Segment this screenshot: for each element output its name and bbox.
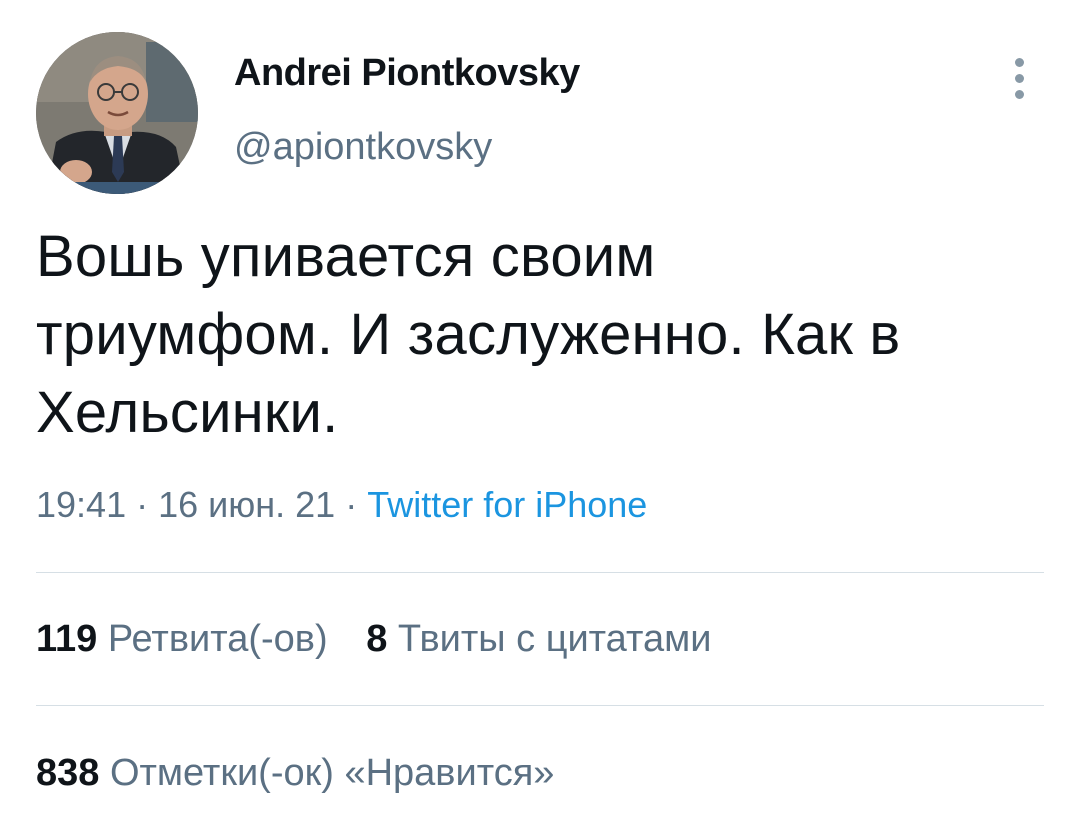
likes-stat[interactable]: 838 Отметки(-ок) «Нравится» [36, 752, 554, 795]
meta-separator: · [335, 484, 368, 525]
retweets-count: 119 [36, 618, 98, 660]
avatar[interactable] [36, 32, 198, 194]
more-options-icon[interactable] [1008, 56, 1032, 102]
divider [36, 705, 1044, 706]
quotes-count: 8 [366, 618, 388, 660]
stats-row-retweets: 119 Ретвита(-ов) 8 Твиты с цитатами [36, 618, 711, 661]
tweet-source-link[interactable]: Twitter for iPhone [367, 484, 647, 525]
tweet-text-line: триумфом. И заслуженно. Как в [36, 302, 901, 367]
user-handle[interactable]: @apiontkovsky [234, 126, 492, 169]
quotes-stat[interactable]: 8 Твиты с цитатами [366, 618, 711, 661]
tweet-meta: 19:41 · 16 июн. 21 · Twitter for iPhone [36, 484, 647, 526]
tweet-card: Andrei Piontkovsky @apiontkovsky Вошь уп… [0, 0, 1080, 818]
tweet-text-line: Хельсинки. [36, 380, 339, 445]
meta-separator: · [126, 484, 159, 525]
tweet-time[interactable]: 19:41 [36, 484, 126, 525]
likes-label: Отметки(-ок) «Нравится» [109, 752, 555, 794]
retweets-label: Ретвита(-ов) [107, 618, 328, 660]
stats-row-likes: 838 Отметки(-ок) «Нравится» [36, 752, 554, 795]
profile-photo-icon [36, 32, 198, 194]
tweet-text-line: Вошь упивается своим [36, 224, 656, 289]
display-name[interactable]: Andrei Piontkovsky [234, 52, 580, 95]
quotes-label: Твиты с цитатами [397, 618, 712, 660]
tweet-date[interactable]: 16 июн. 21 [158, 484, 335, 525]
retweets-stat[interactable]: 119 Ретвита(-ов) [36, 618, 328, 661]
likes-count: 838 [36, 752, 100, 794]
divider [36, 572, 1044, 573]
tweet-text: Вошь упивается своим триумфом. И заслуже… [36, 218, 1046, 452]
